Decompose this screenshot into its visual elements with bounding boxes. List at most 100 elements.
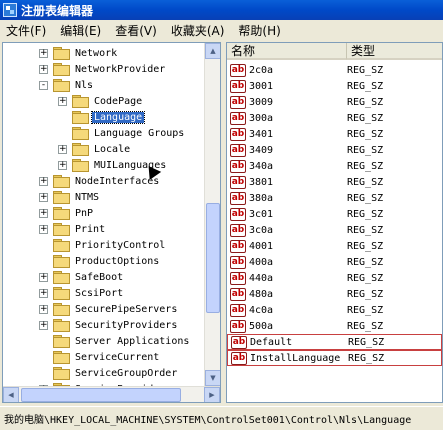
expand-icon[interactable]: + — [39, 192, 48, 202]
folder-icon — [72, 127, 89, 140]
string-value-icon: ab — [230, 111, 246, 125]
value-row[interactable]: ab 400a REG_SZ — [227, 254, 442, 270]
value-name: 3c0a — [249, 224, 274, 236]
tree-item[interactable]: + NTMS — [39, 189, 101, 205]
tree-item[interactable]: + SecurePipeServers — [39, 301, 179, 317]
string-value-icon: ab — [230, 207, 246, 221]
value-type: REG_SZ — [347, 64, 384, 76]
value-type: REG_SZ — [348, 336, 385, 348]
expand-icon[interactable]: + — [39, 48, 48, 58]
string-value-icon: ab — [231, 335, 247, 349]
expand-icon[interactable]: + — [39, 176, 48, 186]
menu-view[interactable]: 查看(V) — [115, 22, 157, 39]
string-value-icon: ab — [230, 223, 246, 237]
value-row[interactable]: ab 3409 REG_SZ — [227, 142, 442, 158]
value-name: 3409 — [249, 144, 274, 156]
tree-item[interactable]: Server Applications — [39, 333, 191, 349]
value-name: 3c01 — [249, 208, 274, 220]
value-row[interactable]: ab 3401 REG_SZ — [227, 126, 442, 142]
title-bar: 注册表编辑器 — [0, 0, 443, 20]
expand-icon[interactable]: + — [58, 96, 67, 106]
expand-icon[interactable]: + — [39, 272, 48, 282]
expand-icon[interactable]: + — [58, 144, 67, 154]
tree-item-label: CodePage — [94, 95, 143, 107]
expand-icon[interactable]: + — [58, 160, 67, 170]
regedit-icon — [3, 3, 17, 17]
menu-favorites[interactable]: 收藏夹(A) — [171, 22, 225, 39]
value-name: 2c0a — [249, 64, 274, 76]
value-name: InstallLanguage — [250, 352, 341, 364]
tree-scroll-thumb[interactable] — [206, 203, 220, 313]
value-name: 3801 — [249, 176, 274, 188]
value-row[interactable]: ab 4001 REG_SZ — [227, 238, 442, 254]
string-value-icon: ab — [230, 239, 246, 253]
tree-item[interactable]: + PnP — [39, 205, 95, 221]
tree-item[interactable]: ServiceCurrent — [39, 349, 161, 365]
expand-icon[interactable]: + — [39, 288, 48, 298]
value-row[interactable]: ab InstallLanguage REG_SZ — [227, 350, 442, 366]
scroll-left-icon[interactable]: ◀ — [3, 387, 19, 402]
tree-item[interactable]: + NodeInterfaces — [39, 173, 161, 189]
tree-horizontal-scrollbar[interactable]: ◀ ▶ — [3, 386, 220, 402]
key-tree[interactable]: +ServiceProviderServiceGroupOrderService… — [2, 42, 221, 403]
tree-item[interactable]: + Network — [39, 45, 119, 61]
value-row[interactable]: ab Default REG_SZ — [227, 334, 442, 350]
column-header-type[interactable]: 类型 — [347, 43, 442, 60]
value-row[interactable]: ab 500a REG_SZ — [227, 318, 442, 334]
tree-hscroll-thumb[interactable] — [21, 388, 181, 402]
tree-item[interactable]: Language Groups — [58, 125, 186, 141]
tree-item[interactable]: PriorityControl — [39, 237, 167, 253]
value-row[interactable]: ab 440a REG_SZ — [227, 270, 442, 286]
tree-item[interactable]: + SafeBoot — [39, 269, 125, 285]
value-row[interactable]: ab 380a REG_SZ — [227, 190, 442, 206]
menu-edit[interactable]: 编辑(E) — [60, 22, 101, 39]
expand-icon[interactable]: + — [39, 304, 48, 314]
folder-icon — [53, 319, 70, 332]
tree-item-label: Language — [90, 110, 146, 124]
value-row[interactable]: ab 4c0a REG_SZ — [227, 302, 442, 318]
expand-icon[interactable]: + — [39, 208, 48, 218]
folder-icon — [53, 47, 70, 60]
tree-item[interactable]: + NetworkProvider — [39, 61, 167, 77]
tree-item[interactable]: ServiceGroupOrder — [39, 365, 179, 381]
value-row[interactable]: ab 3001 REG_SZ — [227, 78, 442, 94]
tree-item-label: Language Groups — [94, 127, 185, 139]
tree-item[interactable]: + Locale — [58, 141, 132, 157]
tree-item-label: SecurityProviders — [75, 319, 178, 331]
value-row[interactable]: ab 3c01 REG_SZ — [227, 206, 442, 222]
value-row[interactable]: ab 3009 REG_SZ — [227, 94, 442, 110]
value-type: REG_SZ — [347, 272, 384, 284]
column-header-name[interactable]: 名称 — [227, 43, 347, 60]
value-row[interactable]: ab 300a REG_SZ — [227, 110, 442, 126]
tree-item[interactable]: - Nls — [39, 77, 95, 93]
collapse-icon[interactable]: - — [39, 80, 48, 90]
scroll-right-icon[interactable]: ▶ — [204, 387, 220, 402]
folder-icon — [53, 207, 70, 220]
value-row[interactable]: ab 3801 REG_SZ — [227, 174, 442, 190]
tree-item[interactable]: + ScsiPort — [39, 285, 125, 301]
value-row[interactable]: ab 340a REG_SZ — [227, 158, 442, 174]
expand-icon[interactable]: + — [39, 320, 48, 330]
value-name: 300a — [249, 112, 274, 124]
value-list[interactable]: 名称 类型 ab 2c0a REG_SZ ab 3001 REG_SZ ab 3009 REG_… — [226, 42, 443, 403]
value-row[interactable]: ab 3c0a REG_SZ — [227, 222, 442, 238]
menu-help[interactable]: 帮助(H) — [238, 22, 280, 39]
tree-item[interactable]: + SecurityProviders — [39, 317, 179, 333]
tree-vertical-scrollbar[interactable]: ▲ ▼ — [204, 43, 220, 386]
scroll-up-icon[interactable]: ▲ — [205, 43, 220, 59]
value-row[interactable]: ab 480a REG_SZ — [227, 286, 442, 302]
tree-item[interactable]: + Print — [39, 221, 107, 237]
expand-icon[interactable]: + — [39, 64, 48, 74]
expand-icon[interactable]: + — [39, 224, 48, 234]
scroll-down-icon[interactable]: ▼ — [205, 370, 220, 386]
tree-item[interactable]: Language — [58, 109, 146, 125]
menu-file[interactable]: 文件(F) — [6, 22, 46, 39]
value-name: 400a — [249, 256, 274, 268]
value-type: REG_SZ — [347, 80, 384, 92]
tree-item[interactable]: + CodePage — [58, 93, 144, 109]
tree-item[interactable]: ProductOptions — [39, 253, 161, 269]
string-value-icon: ab — [230, 127, 246, 141]
folder-icon — [53, 175, 70, 188]
folder-icon — [72, 111, 89, 124]
value-row[interactable]: ab 2c0a REG_SZ — [227, 62, 442, 78]
